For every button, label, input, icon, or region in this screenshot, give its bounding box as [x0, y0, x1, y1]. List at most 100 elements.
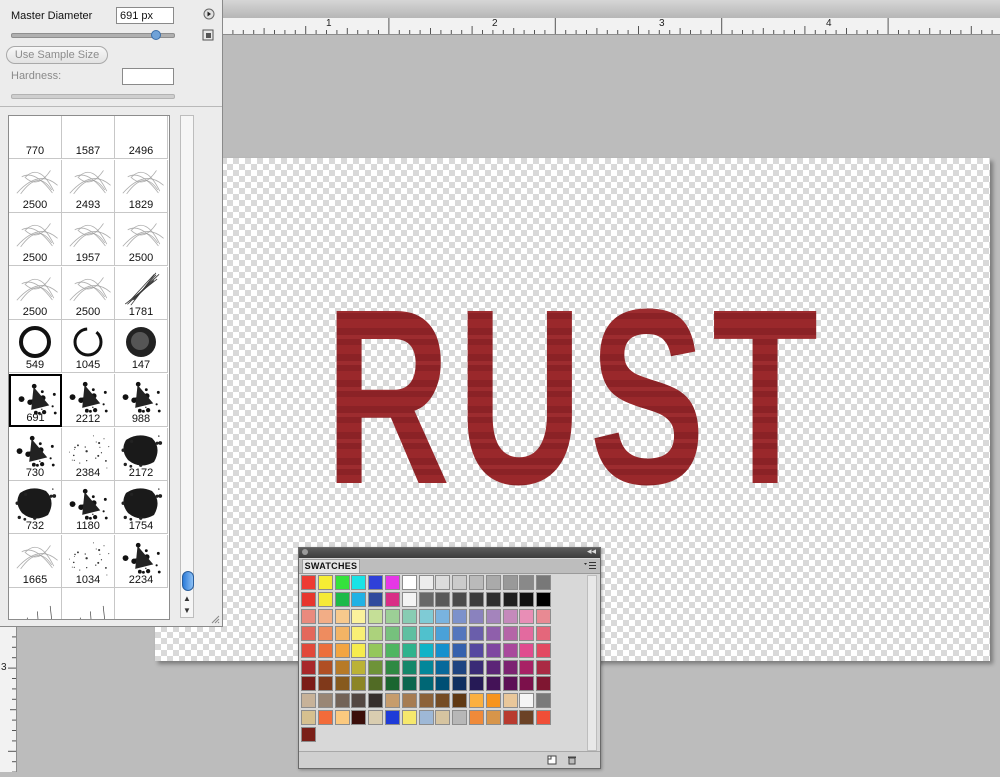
swatch[interactable] [317, 642, 333, 658]
swatch[interactable] [317, 625, 333, 641]
swatch[interactable] [502, 676, 518, 692]
brush-preset[interactable]: 2234 [115, 534, 168, 588]
swatch[interactable] [469, 693, 484, 709]
brush-preset[interactable]: 691 [9, 374, 62, 427]
brush-preset[interactable]: 2500 [115, 213, 168, 267]
swatch-grid[interactable] [301, 575, 572, 745]
swatch[interactable] [334, 642, 350, 658]
swatch[interactable] [317, 710, 333, 726]
swatch[interactable] [452, 575, 468, 590]
swatch[interactable] [317, 676, 333, 692]
master-diameter-input[interactable]: 691 px [116, 7, 174, 24]
brush-preset[interactable]: 1045 [62, 320, 115, 374]
brush-preset[interactable]: 730 [9, 427, 62, 481]
swatch[interactable] [418, 608, 434, 624]
swatch[interactable] [485, 625, 501, 641]
panel-menu-arrow-icon[interactable] [203, 8, 215, 20]
swatch[interactable] [469, 659, 484, 675]
swatch[interactable] [368, 676, 384, 692]
swatch[interactable] [536, 625, 552, 641]
swatch[interactable] [301, 710, 316, 726]
swatch[interactable] [435, 676, 451, 692]
brush-preset[interactable]: 1665 [9, 534, 62, 588]
swatch[interactable] [418, 642, 434, 658]
vertical-ruler[interactable]: 3 [0, 626, 17, 773]
swatch[interactable] [519, 642, 535, 658]
swatch[interactable] [401, 625, 417, 641]
swatch[interactable] [469, 575, 484, 590]
swatch[interactable] [485, 591, 501, 607]
swatch[interactable] [401, 575, 417, 590]
swatch[interactable] [351, 676, 367, 692]
brush-preset[interactable]: 2500 [62, 266, 115, 320]
swatch[interactable] [418, 659, 434, 675]
swatch[interactable] [519, 676, 535, 692]
swatch[interactable] [536, 659, 552, 675]
brush-preset[interactable]: 2172 [115, 427, 168, 481]
swatch[interactable] [368, 625, 384, 641]
swatch[interactable] [317, 693, 333, 709]
swatch[interactable] [435, 642, 451, 658]
brush-preset[interactable]: 2500 [9, 266, 62, 320]
swatch[interactable] [301, 659, 316, 675]
swatch[interactable] [351, 693, 367, 709]
swatch[interactable] [452, 591, 468, 607]
swatch[interactable] [334, 575, 350, 590]
swatch[interactable] [452, 608, 468, 624]
swatch[interactable] [502, 625, 518, 641]
swatch[interactable] [502, 642, 518, 658]
swatch[interactable] [401, 676, 417, 692]
swatch[interactable] [469, 676, 484, 692]
tab-swatches[interactable]: SWATCHES [302, 559, 360, 573]
swatch[interactable] [418, 676, 434, 692]
swatch[interactable] [536, 575, 552, 590]
swatch[interactable] [536, 676, 552, 692]
brush-preset[interactable]: 549 [9, 320, 62, 374]
resize-grip-icon[interactable] [210, 614, 220, 624]
swatch[interactable] [301, 608, 316, 624]
brush-preset[interactable]: 1957 [62, 213, 115, 267]
swatch[interactable] [536, 693, 552, 709]
swatches-panel[interactable]: ◂◂ SWATCHES [298, 546, 601, 769]
swatch[interactable] [418, 710, 434, 726]
swatch[interactable] [519, 710, 535, 726]
swatch[interactable] [351, 575, 367, 590]
swatch[interactable] [452, 676, 468, 692]
brush-preset[interactable]: 770 [9, 116, 62, 159]
swatch[interactable] [385, 710, 400, 726]
swatch[interactable] [385, 693, 400, 709]
swatch[interactable] [401, 693, 417, 709]
panel-titlebar[interactable]: ◂◂ [299, 546, 600, 558]
swatch[interactable] [418, 625, 434, 641]
hardness-slider[interactable] [11, 94, 175, 99]
swatch[interactable] [536, 608, 552, 624]
swatch[interactable] [368, 659, 384, 675]
brush-preset[interactable]: 2500 [9, 159, 62, 213]
new-swatch-icon[interactable] [547, 755, 557, 765]
swatch[interactable] [502, 608, 518, 624]
swatch[interactable] [418, 591, 434, 607]
brush-preset[interactable]: 2496 [115, 116, 168, 159]
swatch[interactable] [334, 710, 350, 726]
swatch[interactable] [385, 676, 400, 692]
master-diameter-slider-thumb[interactable] [151, 30, 162, 40]
swatch[interactable] [317, 659, 333, 675]
swatch[interactable] [435, 693, 451, 709]
swatch[interactable] [418, 693, 434, 709]
swatch[interactable] [301, 625, 316, 641]
swatch[interactable] [435, 591, 451, 607]
swatches-scrollbar[interactable] [587, 575, 597, 751]
brush-preset[interactable]: 1587 [62, 116, 115, 159]
swatch[interactable] [452, 642, 468, 658]
swatch[interactable] [502, 710, 518, 726]
swatch[interactable] [385, 591, 400, 607]
swatch[interactable] [301, 676, 316, 692]
swatch[interactable] [401, 642, 417, 658]
brush-preset[interactable]: 732 [9, 481, 62, 535]
swatch[interactable] [334, 659, 350, 675]
swatch[interactable] [368, 608, 384, 624]
swatch[interactable] [301, 575, 316, 590]
swatch[interactable] [502, 591, 518, 607]
swatch[interactable] [469, 608, 484, 624]
swatch[interactable] [519, 625, 535, 641]
